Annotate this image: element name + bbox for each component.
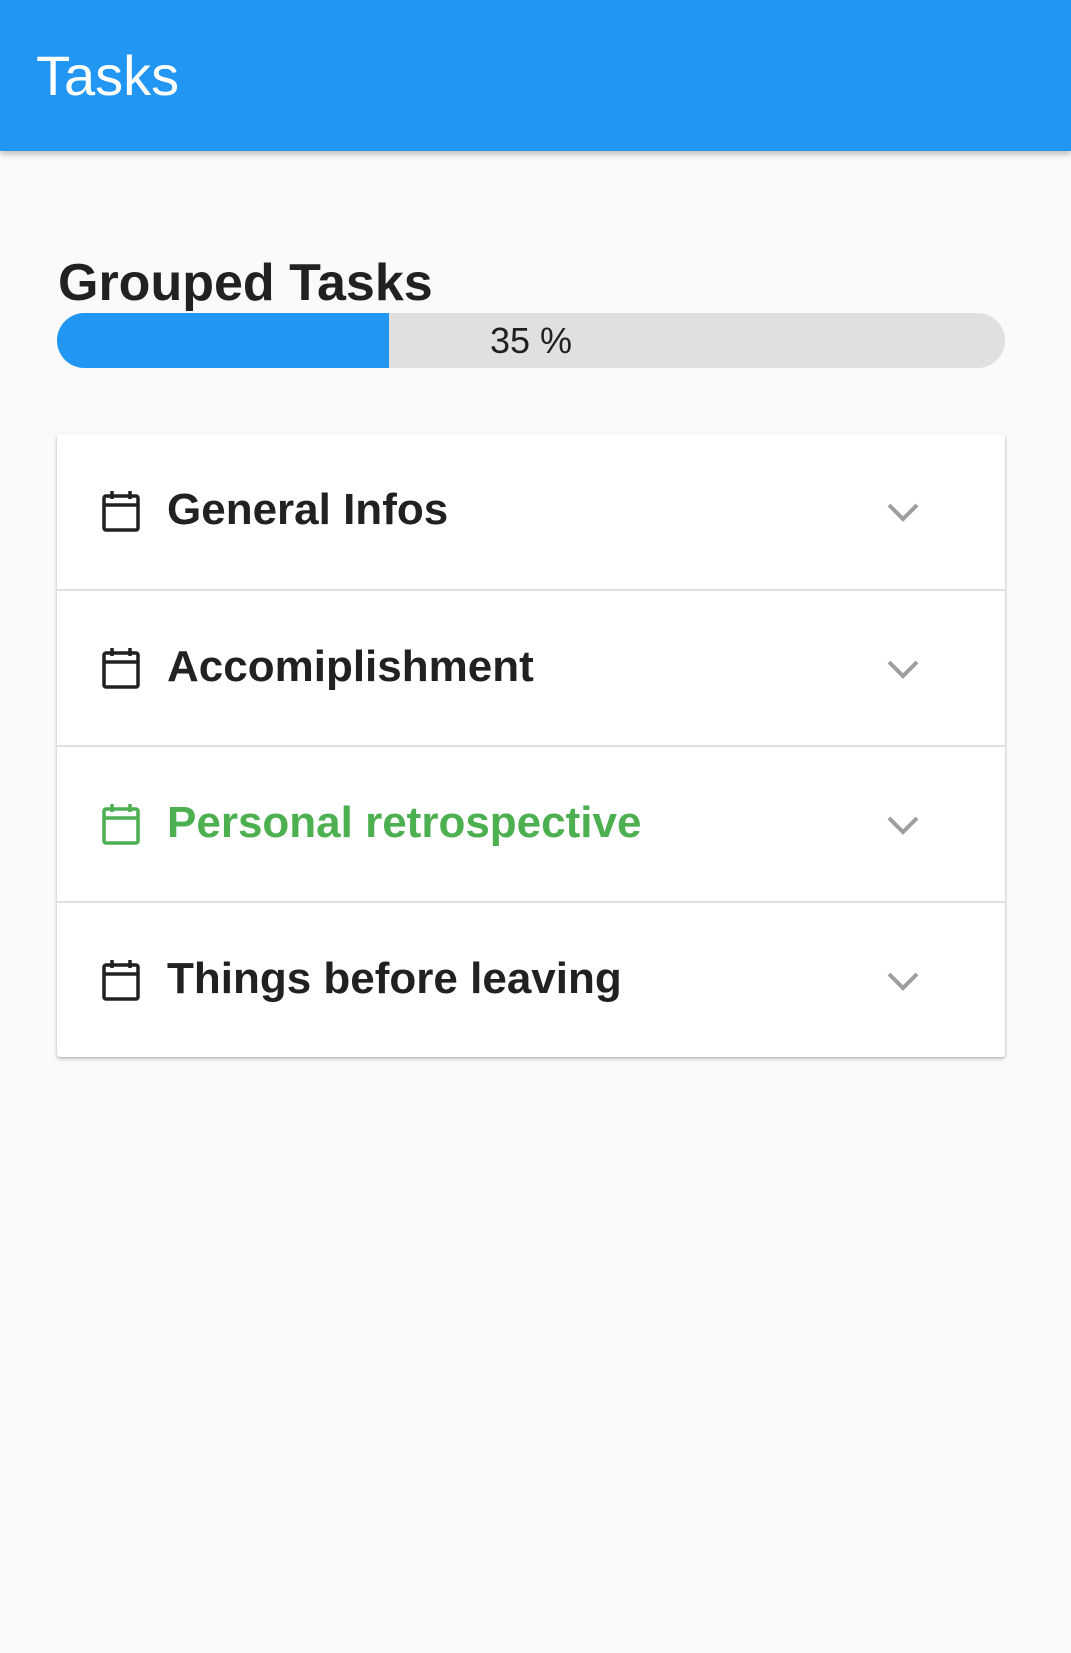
task-group-things-before-leaving[interactable]: Things before leaving (57, 901, 1005, 1057)
chevron-down-icon[interactable] (885, 651, 921, 687)
task-group-label: Accomiplishment (167, 642, 534, 691)
task-group-label: Personal retrospective (167, 798, 642, 847)
task-group-label: Things before leaving (167, 954, 622, 1003)
section-title: Grouped Tasks (58, 253, 433, 312)
chevron-down-icon[interactable] (885, 963, 921, 999)
progress-label: 35 % (489, 320, 573, 361)
chevron-down-icon[interactable] (885, 494, 921, 530)
calendar-icon (102, 491, 140, 532)
calendar-icon (102, 804, 140, 845)
progress-bar: 35 % (57, 313, 1005, 368)
task-group-personal-retrospective[interactable]: Personal retrospective (57, 745, 1005, 901)
task-group-accomiplishment[interactable]: Accomiplishment (57, 589, 1005, 745)
task-group-general-infos[interactable]: General Infos (57, 434, 1005, 589)
calendar-icon (102, 960, 140, 1001)
task-group-list: General Infos Accomiplishment Personal r… (57, 434, 1005, 1057)
chevron-down-icon[interactable] (885, 807, 921, 843)
app-title: Tasks (36, 44, 180, 107)
calendar-icon (102, 648, 140, 689)
app-bar: Tasks (0, 0, 1071, 151)
task-group-label: General Infos (167, 485, 449, 534)
